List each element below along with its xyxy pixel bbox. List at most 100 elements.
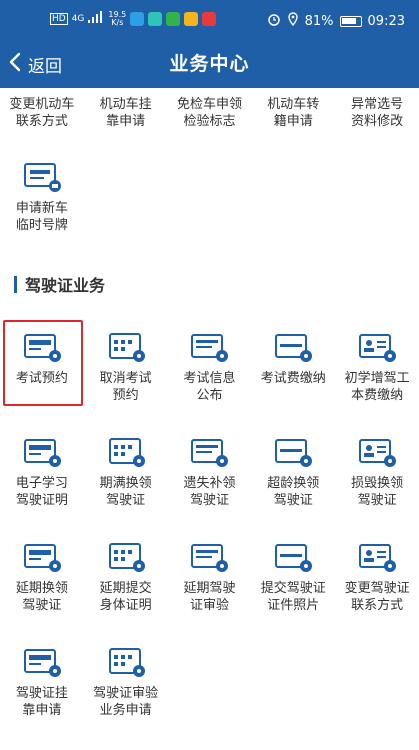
damaged-license-icon bbox=[357, 435, 397, 469]
license-affiliation-icon bbox=[22, 645, 62, 679]
exam-fee-icon bbox=[273, 330, 313, 364]
plate-info-edit-item[interactable]: 异常选号 资料修改 bbox=[335, 96, 419, 156]
exam-info-item[interactable]: 考试信息 公布 bbox=[168, 330, 252, 435]
extend-renew-item[interactable]: 延期换领 驾驶证 bbox=[0, 540, 84, 645]
temp-plate-icon bbox=[22, 160, 62, 194]
label-line: 驾驶证 bbox=[273, 493, 313, 508]
label-line: 驾驶证 bbox=[189, 493, 229, 508]
battery-icon bbox=[339, 15, 362, 27]
license-contact-item[interactable]: 变更驾驶证 联系方式 bbox=[335, 540, 419, 645]
item-label: 期满换领 驾驶证 bbox=[85, 475, 167, 509]
item-label: 机动车挂 靠申请 bbox=[85, 96, 167, 130]
clock: 09:23 bbox=[367, 13, 405, 29]
label-line: 临时号牌 bbox=[15, 218, 68, 233]
status-bar: HD 4G 19.5 K/s 81% 09:23 bbox=[0, 0, 419, 40]
label-line: 资料修改 bbox=[351, 114, 404, 129]
apply-temp-plate-item[interactable]: 申请新车 临时号牌 bbox=[0, 160, 84, 234]
label-line: 取消考试 bbox=[99, 371, 152, 386]
section-title: 驾驶证业务 bbox=[25, 276, 106, 295]
label-line: 初学增驾工 bbox=[344, 371, 410, 386]
label-line: 驾驶证 bbox=[22, 598, 62, 613]
license-review-item[interactable]: 驾驶证审验 业务申请 bbox=[84, 645, 168, 750]
label-line: 本费缴纳 bbox=[351, 388, 404, 403]
page-title: 业务中心 bbox=[169, 53, 250, 75]
cancel-exam-booking-item[interactable]: 取消考试 预约 bbox=[84, 330, 168, 435]
label-line: 申请新车 bbox=[15, 201, 68, 216]
item-label: 考试预约 bbox=[1, 370, 83, 387]
exam-booking-icon bbox=[22, 330, 62, 364]
item-label: 延期驾驶 证审验 bbox=[168, 580, 250, 614]
vehicle-affiliation-item[interactable]: 机动车挂 靠申请 bbox=[84, 96, 168, 156]
extend-review-item[interactable]: 延期驾驶 证审验 bbox=[168, 540, 252, 645]
label-line: 籍申请 bbox=[273, 114, 313, 129]
nav-bar: 返回 业务中心 bbox=[0, 40, 419, 88]
license-contact-icon bbox=[357, 540, 397, 574]
item-label: 变更驾驶证 联系方式 bbox=[336, 580, 418, 614]
item-label: 取消考试 预约 bbox=[85, 370, 167, 404]
extend-health-icon bbox=[106, 540, 146, 574]
label-line: 提交驾驶证 bbox=[260, 581, 326, 596]
extend-health-item[interactable]: 延期提交 身体证明 bbox=[84, 540, 168, 645]
label-line: 机动车转 bbox=[267, 97, 320, 112]
label-line: 考试信息 bbox=[183, 371, 236, 386]
status-right: 81% 09:23 bbox=[267, 12, 405, 30]
signal-label: 4G bbox=[71, 14, 85, 24]
net-speed: 19.5 K/s bbox=[108, 11, 126, 27]
label-line: 公布 bbox=[196, 388, 223, 403]
exam-fee-item[interactable]: 考试费缴纳 bbox=[251, 330, 335, 435]
label-line: 驾驶证明 bbox=[15, 493, 68, 508]
item-label: 变更机动车 联系方式 bbox=[1, 96, 83, 130]
learning-certificate-item[interactable]: 电子学习 驾驶证明 bbox=[0, 435, 84, 540]
label-line: 检验标志 bbox=[183, 114, 236, 129]
label-line: 联系方式 bbox=[351, 598, 404, 613]
license-affiliation-item[interactable]: 驾驶证挂 靠申请 bbox=[0, 645, 84, 750]
hd-icon: HD bbox=[50, 13, 68, 25]
label-line: 预约 bbox=[112, 388, 139, 403]
label-line: 考试费缴纳 bbox=[260, 371, 326, 386]
item-label: 考试费缴纳 bbox=[252, 370, 334, 387]
damaged-license-item[interactable]: 损毁换领 驾驶证 bbox=[335, 435, 419, 540]
item-label: 机动车转 籍申请 bbox=[252, 96, 334, 130]
status-left: HD 4G 19.5 K/s bbox=[50, 11, 217, 27]
item-label: 驾驶证审验 业务申请 bbox=[85, 685, 167, 719]
label-line: 延期提交 bbox=[99, 581, 152, 596]
label-line: 靠申请 bbox=[22, 703, 62, 718]
license-items-grid: 考试预约 取消考试 预约 考试信息 公布 考试费缴纳 初学增驾工 本费缴纳 电子学习 驾驶证明 期满… bbox=[0, 330, 419, 750]
item-label: 延期换领 驾驶证 bbox=[1, 580, 83, 614]
label-line: 靠申请 bbox=[106, 114, 146, 129]
item-label: 免检车申领 检验标志 bbox=[168, 96, 250, 130]
label-line: 电子学习 bbox=[15, 476, 68, 491]
inspection-sticker-item[interactable]: 免检车申领 检验标志 bbox=[168, 96, 252, 156]
learner-fee-item[interactable]: 初学增驾工 本费缴纳 bbox=[335, 330, 419, 435]
item-label: 遗失补领 驾驶证 bbox=[168, 475, 250, 509]
lost-license-icon bbox=[189, 435, 229, 469]
alarm-icon bbox=[267, 12, 281, 30]
learning-certificate-icon bbox=[22, 435, 62, 469]
upload-photo-item[interactable]: 提交驾驶证 证件照片 bbox=[251, 540, 335, 645]
label-line: 驾驶证审验 bbox=[93, 686, 159, 701]
label-line: 证审验 bbox=[189, 598, 229, 613]
label-line: 变更驾驶证 bbox=[344, 581, 410, 596]
battery-percent: 81% bbox=[304, 13, 334, 29]
label-line: 业务申请 bbox=[99, 703, 152, 718]
upload-photo-icon bbox=[273, 540, 313, 574]
label-line: 证件照片 bbox=[267, 598, 320, 613]
lost-license-item[interactable]: 遗失补领 驾驶证 bbox=[168, 435, 252, 540]
change-vehicle-contact-item[interactable]: 变更机动车 联系方式 bbox=[0, 96, 84, 156]
label-line: 损毁换领 bbox=[351, 476, 404, 491]
label-line: 期满换领 bbox=[99, 476, 152, 491]
item-label: 电子学习 驾驶证明 bbox=[1, 475, 83, 509]
renew-license-item[interactable]: 期满换领 驾驶证 bbox=[84, 435, 168, 540]
exam-booking-item[interactable]: 考试预约 bbox=[0, 330, 84, 435]
vehicle-transfer-item[interactable]: 机动车转 籍申请 bbox=[251, 96, 335, 156]
signal-icon bbox=[88, 11, 104, 27]
age-renew-item[interactable]: 超龄换领 驾驶证 bbox=[251, 435, 335, 540]
label-line: 异常选号 bbox=[351, 97, 404, 112]
age-renew-icon bbox=[273, 435, 313, 469]
label-line: 超龄换领 bbox=[267, 476, 320, 491]
item-label: 超龄换领 驾驶证 bbox=[252, 475, 334, 509]
item-label: 提交驾驶证 证件照片 bbox=[252, 580, 334, 614]
item-label: 驾驶证挂 靠申请 bbox=[1, 685, 83, 719]
label-line: 延期驾驶 bbox=[183, 581, 236, 596]
item-label: 损毁换领 驾驶证 bbox=[336, 475, 418, 509]
